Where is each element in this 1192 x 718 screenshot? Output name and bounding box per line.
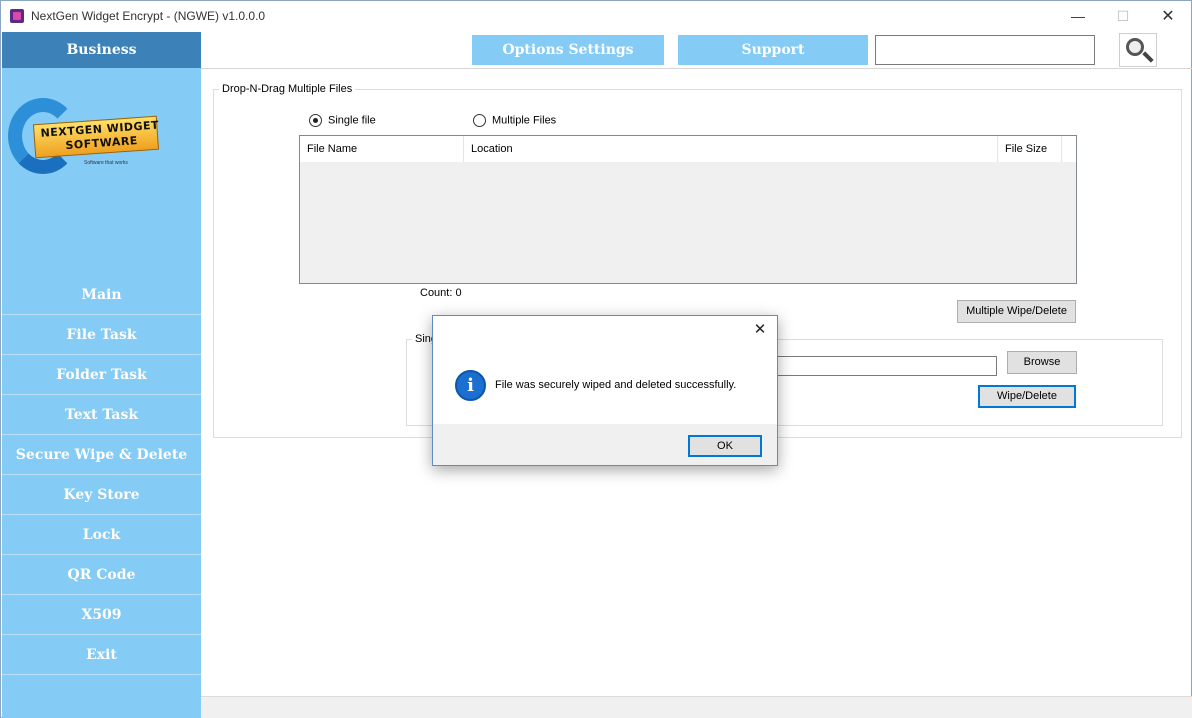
sidebar-item-exit[interactable]: Exit <box>2 635 201 675</box>
multiple-files-legend: Drop-N-Drag Multiple Files <box>219 83 356 95</box>
message-dialog: ✕ i File was securely wiped and deleted … <box>432 315 778 466</box>
magnifier-handle <box>1142 51 1154 63</box>
radio-unchecked-icon <box>473 114 486 127</box>
minimize-button[interactable]: — <box>1055 1 1101 32</box>
file-list[interactable]: File Name Location File Size <box>299 135 1077 284</box>
single-file-radio[interactable]: Single file <box>309 114 376 127</box>
sidebar: Business NEXTGEN WIDGET SOFTWARE Softwar… <box>2 32 201 718</box>
maximize-button[interactable]: ☐ <box>1100 1 1146 32</box>
dialog-footer: OK <box>433 424 777 465</box>
count-label: Count: <box>420 287 453 299</box>
info-icon: i <box>455 370 486 401</box>
status-strip <box>201 696 1192 718</box>
file-count: Count: 0 <box>420 287 462 299</box>
single-file-label: Single file <box>328 114 376 127</box>
sidebar-nav: Main File Task Folder Task Text Task Sec… <box>2 275 201 675</box>
multiple-wipe-delete-button[interactable]: Multiple Wipe/Delete <box>957 300 1076 323</box>
count-value: 0 <box>455 287 462 299</box>
file-list-header: File Name Location File Size <box>300 136 1076 162</box>
sidebar-item-lock[interactable]: Lock <box>2 515 201 555</box>
sidebar-item-key-store[interactable]: Key Store <box>2 475 201 515</box>
column-location[interactable]: Location <box>464 136 998 162</box>
wipe-delete-button[interactable]: Wipe/Delete <box>978 385 1076 408</box>
sidebar-header: Business <box>2 32 201 68</box>
logo-tagline: Software that works <box>84 160 128 166</box>
sidebar-item-main[interactable]: Main <box>2 275 201 315</box>
app-window: NextGen Widget Encrypt - (NGWE) v1.0.0.0… <box>0 0 1192 718</box>
support-button[interactable]: Support <box>678 35 868 65</box>
search-button[interactable] <box>1119 33 1157 67</box>
search-input[interactable] <box>875 35 1095 65</box>
app-icon <box>10 9 24 23</box>
logo-plate: NEXTGEN WIDGET SOFTWARE <box>32 115 159 159</box>
dialog-message: File was securely wiped and deleted succ… <box>495 379 737 391</box>
sidebar-item-qr-code[interactable]: QR Code <box>2 555 201 595</box>
file-path-input[interactable] <box>761 356 997 376</box>
multiple-files-radio[interactable]: Multiple Files <box>473 114 556 127</box>
radio-checked-icon <box>309 114 322 127</box>
sidebar-item-text-task[interactable]: Text Task <box>2 395 201 435</box>
browse-button[interactable]: Browse <box>1007 351 1077 374</box>
window-title: NextGen Widget Encrypt - (NGWE) v1.0.0.0 <box>31 9 266 23</box>
column-file-size[interactable]: File Size <box>998 136 1062 162</box>
sidebar-item-secure-wipe[interactable]: Secure Wipe & Delete <box>2 435 201 475</box>
sidebar-item-x509[interactable]: X509 <box>2 595 201 635</box>
column-file-name[interactable]: File Name <box>300 136 464 162</box>
toolbar-divider <box>201 68 1192 69</box>
company-logo: NEXTGEN WIDGET SOFTWARE Software that wo… <box>8 96 168 176</box>
options-settings-button[interactable]: Options Settings <box>472 35 664 65</box>
close-button[interactable]: ✕ <box>1145 1 1191 32</box>
title-bar: NextGen Widget Encrypt - (NGWE) v1.0.0.0… <box>1 1 1191 32</box>
sidebar-item-file-task[interactable]: File Task <box>2 315 201 355</box>
multiple-files-label: Multiple Files <box>492 114 557 127</box>
dialog-close-button[interactable]: ✕ <box>751 321 769 339</box>
ok-button[interactable]: OK <box>688 435 762 457</box>
sidebar-item-folder-task[interactable]: Folder Task <box>2 355 201 395</box>
